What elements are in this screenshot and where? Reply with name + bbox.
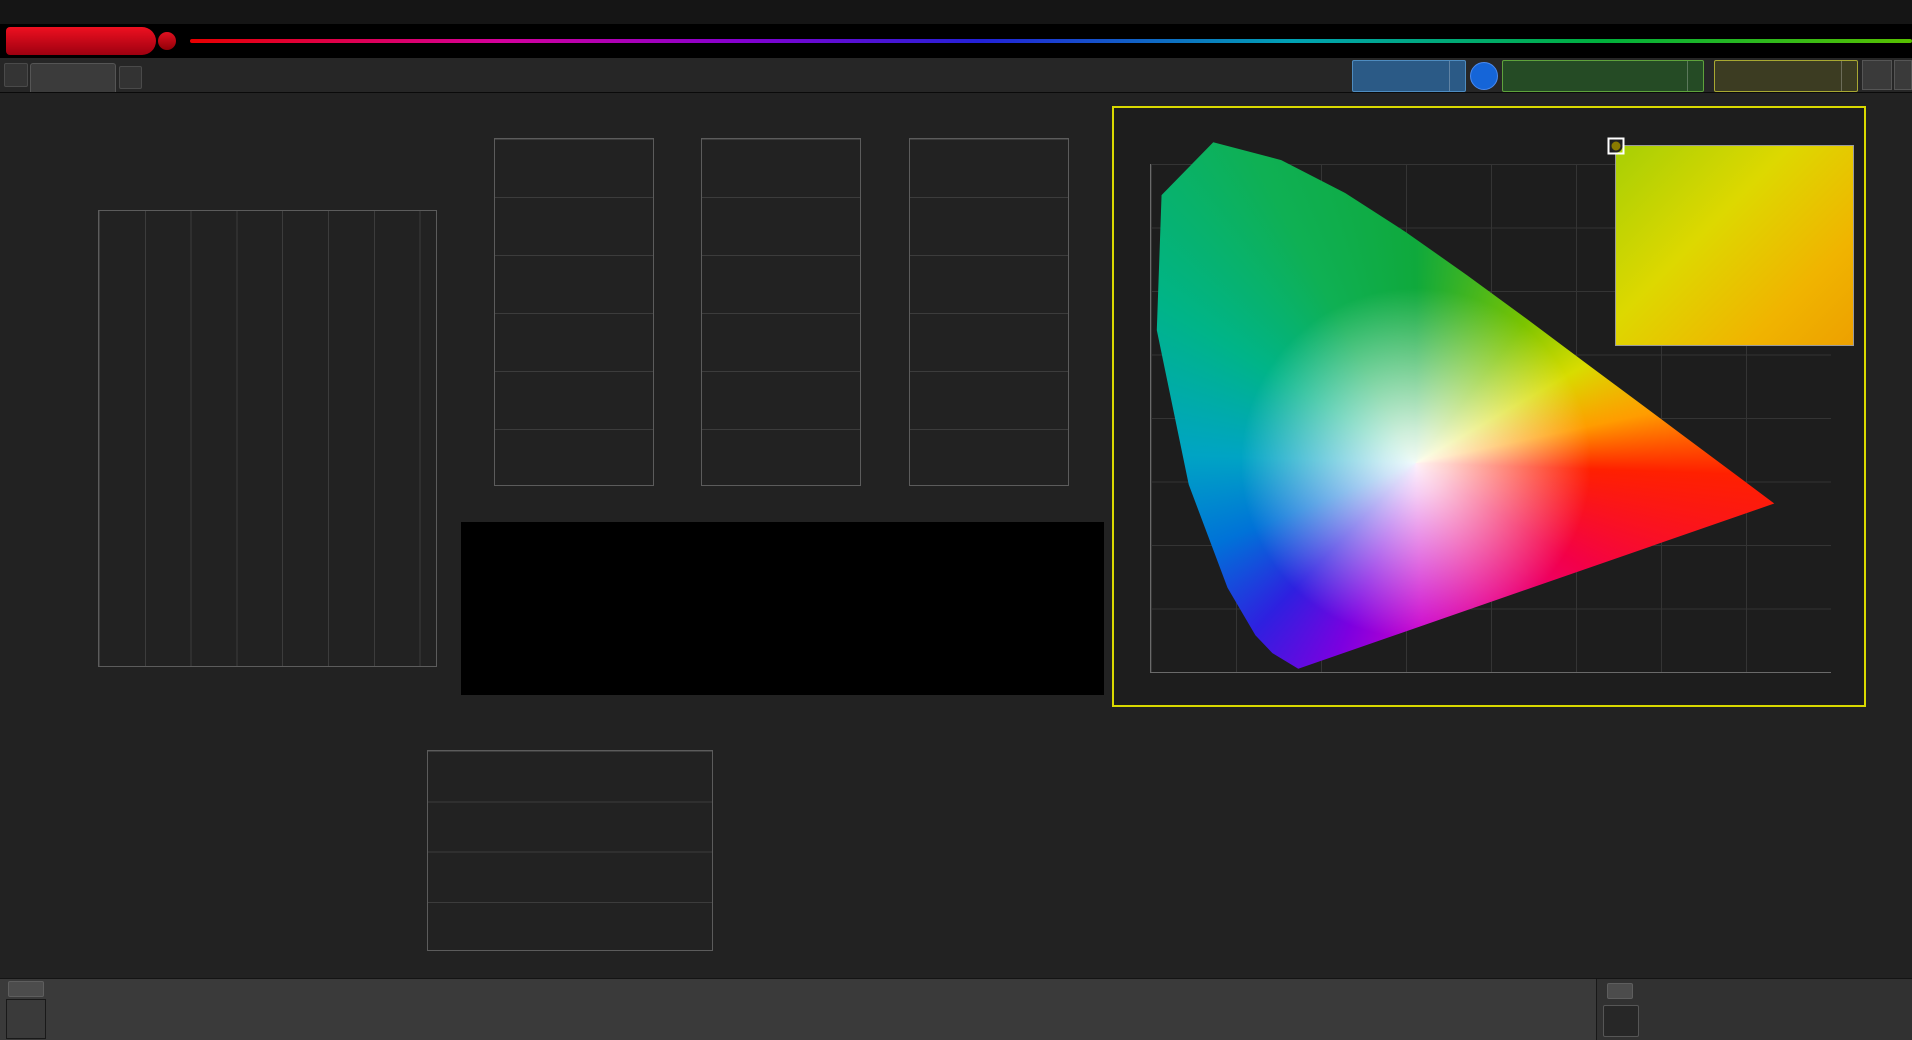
display-control-dropdown[interactable] (1714, 60, 1858, 92)
calman-app (0, 0, 1912, 1040)
deltae-xticks (98, 672, 437, 688)
rainbow-divider (190, 39, 1912, 43)
current-pattern-swatch (6, 999, 46, 1039)
logo-menu-button[interactable] (158, 32, 176, 50)
cie-zoom-inset (1607, 137, 1854, 346)
chevron-up-icon[interactable] (8, 981, 44, 997)
stop-pattern-button[interactable] (1603, 1005, 1639, 1037)
chevron-down-icon[interactable] (1449, 61, 1465, 91)
window-titlebar (0, 0, 1912, 24)
calman-logo[interactable] (6, 27, 156, 55)
deltac-ylabels (659, 138, 697, 486)
next-button[interactable] (1777, 1007, 1786, 1037)
more-options-button[interactable] (1894, 60, 1912, 90)
settings-gear-button[interactable] (1862, 60, 1892, 90)
deltal-plot[interactable] (494, 138, 654, 486)
rgb-plot[interactable] (427, 750, 713, 951)
deltac-plot[interactable] (701, 138, 861, 486)
chevron-down-icon[interactable] (1841, 61, 1857, 91)
minimize-button[interactable] (1790, 0, 1830, 24)
swatch-row-label-target (463, 604, 479, 674)
deltae-ylabels (30, 210, 92, 667)
tab-scroll-button[interactable] (4, 63, 28, 87)
chevron-up-icon[interactable] (1607, 983, 1633, 999)
cie-ylabels (1114, 164, 1144, 672)
rgb-ylabels (381, 750, 421, 951)
deltah-plot[interactable] (909, 138, 1069, 486)
pattern-window-badge[interactable] (1470, 62, 1498, 90)
bottom-bar (0, 978, 1912, 1040)
swatch-strip (461, 522, 1104, 695)
deltae-plot[interactable] (98, 210, 437, 667)
swatch-row-label-actual (463, 540, 479, 610)
tab-history-1[interactable] (30, 63, 116, 92)
cie-xlabels (1150, 678, 1830, 694)
add-tab-button[interactable] (119, 66, 142, 89)
cie-chart-panel[interactable] (1112, 106, 1866, 707)
inset-measurement-dot (1609, 139, 1623, 153)
maximize-button[interactable] (1834, 0, 1874, 24)
deltal-ylabels (452, 138, 490, 486)
pattern-generator-dropdown[interactable] (1502, 60, 1704, 92)
deltah-ylabels (867, 138, 905, 486)
pattern-swatches (52, 979, 812, 1040)
meter-dropdown[interactable] (1352, 60, 1466, 92)
transport-zone (1596, 979, 1912, 1040)
back-button[interactable] (1659, 1007, 1668, 1037)
chevron-down-icon[interactable] (1687, 61, 1703, 91)
logo-bar (0, 24, 1912, 58)
close-button[interactable] (1876, 0, 1912, 24)
